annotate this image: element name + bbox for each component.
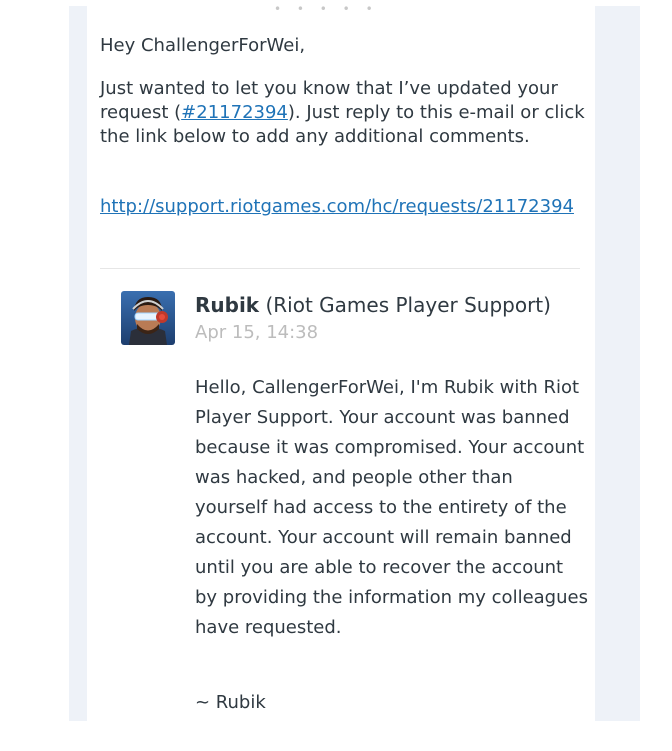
left-panel-edge [69,6,87,721]
agent-avatar [121,291,175,345]
request-url-paragraph: http://support.riotgames.com/hc/requests… [100,195,585,219]
author-organization: (Riot Games Player Support) [265,293,551,317]
right-panel-edge [595,6,640,721]
request-number-link[interactable]: #21172394 [181,102,288,123]
avatar-portrait-icon [121,291,175,345]
email-card: • • • • • Hey ChallengerForWei, Just wan… [87,6,595,721]
comment-timestamp: Apr 15, 14:38 [195,322,319,343]
comment-signature: ~ Rubik [195,692,266,713]
email-intro: Just wanted to let you know that I’ve up… [100,77,585,149]
author-name: Rubik [195,293,260,317]
comment-author: Rubik (Riot Games Player Support) [195,292,551,318]
request-url-link[interactable]: http://support.riotgames.com/hc/requests… [100,196,574,217]
email-greeting: Hey ChallengerForWei, [100,35,306,56]
section-divider [100,268,580,269]
clipped-text-fragment: • • • • • [274,6,394,10]
comment-body: Hello, CallengerForWei, I'm Rubik with R… [195,377,588,638]
